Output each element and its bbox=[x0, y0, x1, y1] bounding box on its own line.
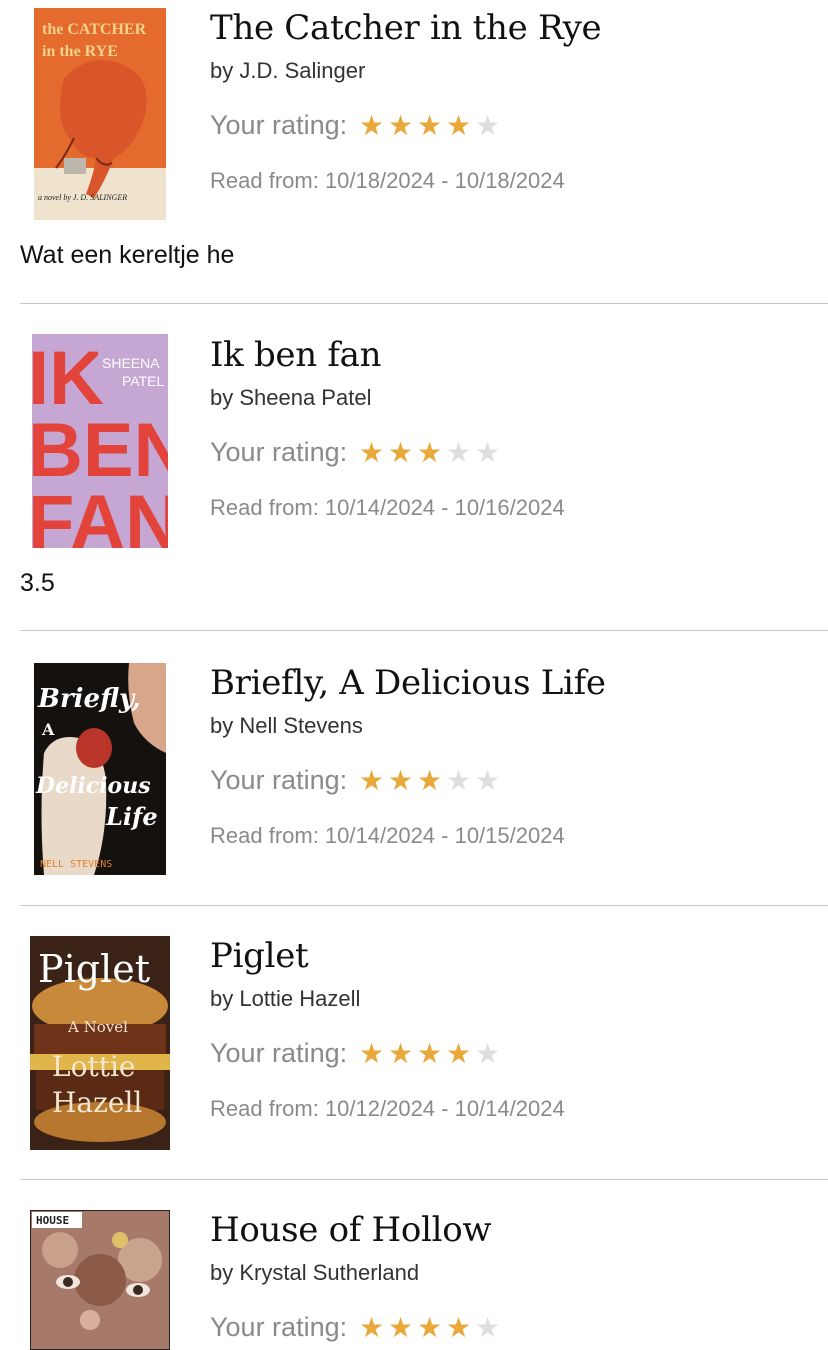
star-rating[interactable]: ★ ★ ★ ★ ★ bbox=[357, 766, 502, 795]
rating-label: Your rating: bbox=[210, 1312, 348, 1342]
star-filled-icon[interactable]: ★ bbox=[415, 1313, 444, 1342]
review-text: 3.5 bbox=[20, 569, 55, 597]
book-item[interactable]: HOUSE House of Hollow by Krystal Sutherl… bbox=[0, 1180, 828, 1350]
ik-ben-fan-cover-art: IK BEN FAN SHEENA PATEL bbox=[32, 334, 168, 548]
review-text: Wat een kereltje he bbox=[20, 241, 235, 269]
cover-title-line: HOUSE bbox=[36, 1214, 69, 1227]
book-cover-piglet[interactable]: Piglet A Novel Lottie Hazell bbox=[30, 936, 170, 1150]
cover-title-line: Life bbox=[105, 802, 158, 831]
star-rating[interactable]: ★ ★ ★ ★ ★ bbox=[357, 1313, 502, 1342]
star-filled-icon[interactable]: ★ bbox=[415, 1039, 444, 1068]
star-empty-icon[interactable]: ★ bbox=[473, 766, 502, 795]
star-filled-icon[interactable]: ★ bbox=[357, 766, 386, 795]
star-filled-icon[interactable]: ★ bbox=[415, 438, 444, 467]
book-title[interactable]: Piglet bbox=[210, 936, 309, 976]
star-empty-icon[interactable]: ★ bbox=[473, 438, 502, 467]
rating-row: Your rating: ★ ★ ★ ★ ★ bbox=[210, 110, 502, 141]
cover-title-line: Hazell bbox=[52, 1086, 142, 1119]
read-dates: Read from: 10/14/2024 - 10/15/2024 bbox=[210, 823, 565, 848]
catcher-cover-art: the CATCHER in the RYE a novel by J. D. … bbox=[34, 8, 166, 220]
read-dates: Read from: 10/14/2024 - 10/16/2024 bbox=[210, 495, 565, 520]
star-filled-icon[interactable]: ★ bbox=[386, 438, 415, 467]
star-filled-icon[interactable]: ★ bbox=[386, 111, 415, 140]
cover-title-line: Briefly, bbox=[37, 684, 141, 714]
rating-label: Your rating: bbox=[210, 437, 348, 467]
star-filled-icon[interactable]: ★ bbox=[386, 766, 415, 795]
read-dates: Read from: 10/12/2024 - 10/14/2024 bbox=[210, 1096, 565, 1121]
book-author[interactable]: by Sheena Patel bbox=[210, 385, 371, 411]
read-dates: Read from: 10/18/2024 - 10/18/2024 bbox=[210, 168, 565, 193]
star-empty-icon[interactable]: ★ bbox=[473, 111, 502, 140]
book-item[interactable]: IK BEN FAN SHEENA PATEL Ik ben fan by Sh… bbox=[0, 304, 828, 630]
rating-row: Your rating: ★ ★ ★ ★ ★ bbox=[210, 1038, 502, 1069]
book-item[interactable]: Piglet A Novel Lottie Hazell Piglet by L… bbox=[0, 906, 828, 1179]
rating-row: Your rating: ★ ★ ★ ★ ★ bbox=[210, 765, 502, 796]
book-author[interactable]: by Lottie Hazell bbox=[210, 986, 360, 1012]
cover-author-line: PATEL bbox=[122, 373, 164, 389]
cover-author-line: a novel by J. D. SALINGER bbox=[38, 193, 127, 202]
fruit-icon bbox=[76, 728, 112, 768]
rating-label: Your rating: bbox=[210, 765, 348, 795]
star-empty-icon[interactable]: ★ bbox=[473, 1313, 502, 1342]
star-empty-icon[interactable]: ★ bbox=[444, 438, 473, 467]
book-item[interactable]: Briefly, A Delicious Life NELL STEVENS B… bbox=[0, 631, 828, 905]
cover-title-line: the CATCHER bbox=[42, 21, 147, 38]
rating-label: Your rating: bbox=[210, 1038, 348, 1068]
house-of-hollow-cover-art: HOUSE bbox=[30, 1210, 170, 1350]
book-cover-ik-ben-fan[interactable]: IK BEN FAN SHEENA PATEL bbox=[32, 334, 168, 548]
star-empty-icon[interactable]: ★ bbox=[473, 1039, 502, 1068]
rating-row: Your rating: ★ ★ ★ ★ ★ bbox=[210, 1312, 502, 1343]
book-title[interactable]: The Catcher in the Rye bbox=[210, 8, 602, 48]
rating-label: Your rating: bbox=[210, 110, 348, 140]
cover-author-line: SHEENA bbox=[102, 355, 160, 371]
book-author[interactable]: by J.D. Salinger bbox=[210, 58, 365, 84]
cover-title-line: in the RYE bbox=[42, 43, 118, 60]
star-filled-icon[interactable]: ★ bbox=[357, 1313, 386, 1342]
city-skyline-icon bbox=[64, 158, 86, 174]
star-filled-icon[interactable]: ★ bbox=[386, 1039, 415, 1068]
star-filled-icon[interactable]: ★ bbox=[415, 766, 444, 795]
cover-title-line: Delicious bbox=[35, 773, 151, 799]
cover-title-line: Lottie bbox=[52, 1050, 135, 1083]
star-rating[interactable]: ★ ★ ★ ★ ★ bbox=[357, 1039, 502, 1068]
star-filled-icon[interactable]: ★ bbox=[415, 111, 444, 140]
star-filled-icon[interactable]: ★ bbox=[357, 111, 386, 140]
cover-title-line: A bbox=[41, 720, 55, 739]
cover-title-line: FAN bbox=[32, 480, 168, 548]
book-title[interactable]: Ik ben fan bbox=[210, 335, 381, 375]
piglet-cover-art: Piglet A Novel Lottie Hazell bbox=[30, 936, 170, 1150]
star-filled-icon[interactable]: ★ bbox=[357, 438, 386, 467]
star-rating[interactable]: ★ ★ ★ ★ ★ bbox=[357, 111, 502, 140]
star-filled-icon[interactable]: ★ bbox=[444, 111, 473, 140]
star-filled-icon[interactable]: ★ bbox=[357, 1039, 386, 1068]
book-title[interactable]: Briefly, A Delicious Life bbox=[210, 663, 606, 703]
book-cover-house-of-hollow[interactable]: HOUSE bbox=[30, 1210, 170, 1350]
briefly-cover-art: Briefly, A Delicious Life NELL STEVENS bbox=[34, 663, 166, 875]
star-rating[interactable]: ★ ★ ★ ★ ★ bbox=[357, 438, 502, 467]
book-cover-catcher[interactable]: the CATCHER in the RYE a novel by J. D. … bbox=[34, 8, 166, 220]
book-author[interactable]: by Krystal Sutherland bbox=[210, 1260, 419, 1286]
book-cover-briefly[interactable]: Briefly, A Delicious Life NELL STEVENS bbox=[34, 663, 166, 875]
star-filled-icon[interactable]: ★ bbox=[444, 1039, 473, 1068]
cover-title-line: Piglet bbox=[38, 947, 150, 991]
book-item[interactable]: the CATCHER in the RYE a novel by J. D. … bbox=[0, 0, 828, 303]
book-author[interactable]: by Nell Stevens bbox=[210, 713, 363, 739]
star-empty-icon[interactable]: ★ bbox=[444, 766, 473, 795]
star-filled-icon[interactable]: ★ bbox=[386, 1313, 415, 1342]
book-title[interactable]: House of Hollow bbox=[210, 1210, 492, 1250]
rating-row: Your rating: ★ ★ ★ ★ ★ bbox=[210, 437, 502, 468]
cover-title-line: A Novel bbox=[67, 1018, 128, 1036]
star-filled-icon[interactable]: ★ bbox=[444, 1313, 473, 1342]
cover-author-line: NELL STEVENS bbox=[40, 859, 112, 870]
